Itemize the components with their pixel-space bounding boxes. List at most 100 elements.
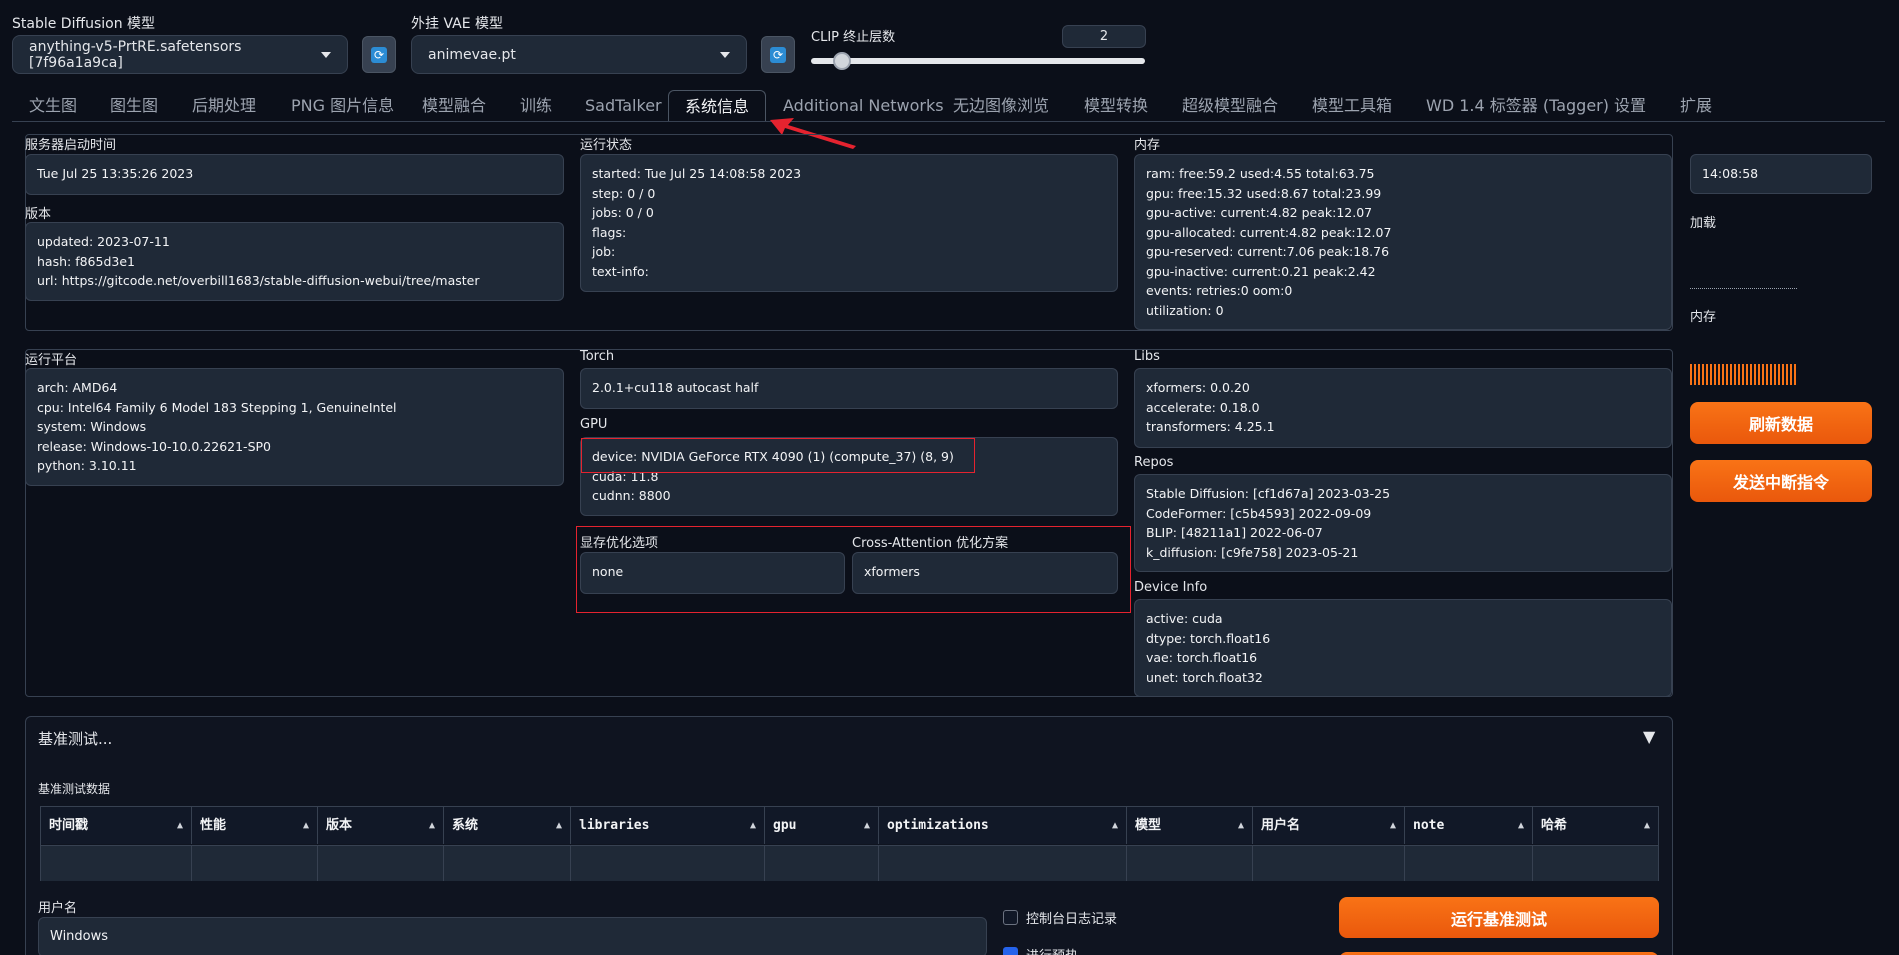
vram-opt-value: none [580,552,845,594]
column-header-label: 用户名 [1261,818,1301,833]
version-hash: hash: f865d3e1 [37,253,135,269]
table-cell[interactable] [1253,845,1405,881]
memory-line: gpu-reserved: current:7.06 peak:18.76 [1146,244,1390,259]
tab-extras[interactable]: 后期处理 [192,90,256,122]
console-log-checkbox[interactable] [1003,910,1018,925]
refresh-data-button[interactable]: 刷新数据 [1690,402,1872,444]
memory-label: 内存 [1134,138,1161,153]
tab-checkpoint-merge[interactable]: 模型融合 [422,90,486,122]
run-state-line: flags: [592,224,627,240]
column-header-performance[interactable]: 性能 ▲ [192,807,318,844]
username-value: Windows [50,929,109,944]
column-header-system[interactable]: 系统 ▲ [444,807,571,844]
run-benchmark-button[interactable]: 运行基准测试 [1339,897,1659,938]
column-header-label: 模型 [1135,818,1162,833]
username-input[interactable]: Windows [38,917,987,955]
table-cell[interactable] [192,845,318,881]
table-cell[interactable] [571,845,765,881]
current-time-text: 14:08:58 [1702,166,1759,181]
sort-asc-icon[interactable]: ▲ [556,807,562,844]
server-start-text: Tue Jul 25 13:35:26 2023 [37,166,194,181]
tab-infinite-image-browsing[interactable]: 无边图像浏览 [953,90,1049,122]
column-header-username[interactable]: 用户名 ▲ [1253,807,1405,844]
username-label: 用户名 [38,901,78,916]
sort-asc-icon[interactable]: ▲ [429,807,435,844]
cross-attention-label: Cross-Attention 优化方案 [852,536,1009,551]
column-header-model[interactable]: 模型 ▲ [1127,807,1253,844]
tab-super-merger[interactable]: 超级模型融合 [1182,90,1278,122]
run-state-line: step: 0 / 0 [592,185,656,201]
clip-skip-slider-track[interactable] [811,58,1145,64]
sort-asc-icon[interactable]: ▲ [864,807,870,844]
send-interrupt-button[interactable]: 发送中断指令 [1690,460,1872,502]
clip-skip-slider-handle[interactable] [833,52,851,70]
column-header-optimizations[interactable]: optimizations ▲ [879,807,1127,844]
collapse-toggle-icon[interactable]: ▼ [1643,727,1655,746]
column-header-timestamp[interactable]: 时间戳 ▲ [41,807,192,844]
refresh-models-button[interactable]: ⟳ [362,36,396,73]
sort-asc-icon[interactable]: ▲ [1644,807,1650,844]
warmup-checkbox[interactable] [1003,947,1018,955]
platform-info: arch: AMD64 cpu: Intel64 Family 6 Model … [25,368,564,486]
tab-sadtalker[interactable]: SadTalker [585,90,662,122]
libs-info: xformers: 0.0.20 accelerate: 0.18.0 tran… [1134,368,1672,448]
table-cell[interactable] [318,845,444,881]
tab-divider [12,121,1885,122]
libs-line: xformers: 0.0.20 [1146,380,1250,395]
sd-model-dropdown[interactable]: anything-v5-PrtRE.safetensors [7f96a1a9c… [12,35,348,74]
column-header-libraries[interactable]: libraries ▲ [571,807,765,844]
sort-asc-icon[interactable]: ▲ [177,807,183,844]
version-label: 版本 [25,207,52,222]
sort-asc-icon[interactable]: ▲ [1112,807,1118,844]
table-cell[interactable] [41,845,192,881]
sort-asc-icon[interactable]: ▲ [1390,807,1396,844]
tab-extensions[interactable]: 扩展 [1680,90,1712,122]
cross-attention-text: xformers [864,564,920,579]
libs-line: transformers: 4.25.1 [1146,419,1275,434]
run-state-line: job: [592,244,616,259]
tab-tagger[interactable]: WD 1.4 标签器 (Tagger) [1426,90,1609,122]
memory-usage-label: 内存 [1690,310,1717,325]
benchmark-title[interactable]: 基准测试... [38,728,112,749]
memory-line: gpu-active: current:4.82 peak:12.07 [1146,205,1373,220]
sort-asc-icon[interactable]: ▲ [303,807,309,844]
table-cell[interactable] [1405,845,1533,881]
column-header-gpu[interactable]: gpu ▲ [765,807,879,844]
column-header-label: 系统 [452,818,479,833]
tab-model-toolkit[interactable]: 模型工具箱 [1312,90,1392,122]
table-cell[interactable] [1127,845,1253,881]
tab-png-info[interactable]: PNG 图片信息 [291,90,394,122]
sort-asc-icon[interactable]: ▲ [750,807,756,844]
sort-asc-icon[interactable]: ▲ [1518,807,1524,844]
benchmark-data-label: 基准测试数据 [38,782,111,796]
sort-asc-icon[interactable]: ▲ [1238,807,1244,844]
device-info: active: cuda dtype: torch.float16 vae: t… [1134,599,1672,697]
tab-train[interactable]: 训练 [520,90,552,122]
table-cell[interactable] [444,845,571,881]
tab-settings[interactable]: 设置 [1614,90,1646,122]
device-info-line: active: cuda [1146,611,1223,626]
tab-img2img[interactable]: 图生图 [110,90,158,122]
platform-line: arch: AMD64 [37,380,118,395]
vae-dropdown[interactable]: animevae.pt [411,35,747,74]
table-cell[interactable] [765,845,879,881]
table-cell[interactable] [1533,845,1658,881]
tab-txt2img[interactable]: 文生图 [29,90,77,122]
column-header-hash[interactable]: 哈希 ▲ [1533,807,1658,844]
refresh-vae-button[interactable]: ⟳ [761,36,795,73]
column-header-note[interactable]: note ▲ [1405,807,1533,844]
tab-model-convert[interactable]: 模型转换 [1084,90,1148,122]
column-header-version[interactable]: 版本 ▲ [318,807,444,844]
vae-label: 外挂 VAE 模型 [411,16,504,32]
column-header-label: 性能 [200,818,227,833]
load-label: 加载 [1690,216,1717,231]
device-info-line: vae: torch.float16 [1146,650,1258,665]
refresh-icon: ⟳ [371,46,387,63]
platform-line: python: 3.10.11 [37,458,137,473]
sd-model-value: anything-v5-PrtRE.safetensors [7f96a1a9c… [29,38,242,71]
repos-info: Stable Diffusion: [cf1d67a] 2023-03-25 C… [1134,474,1672,572]
clip-skip-number-input[interactable]: 2 [1062,25,1146,48]
table-cell[interactable] [879,845,1127,881]
device-info-label: Device Info [1134,580,1208,595]
tab-system-info[interactable]: 系统信息 [668,90,767,122]
